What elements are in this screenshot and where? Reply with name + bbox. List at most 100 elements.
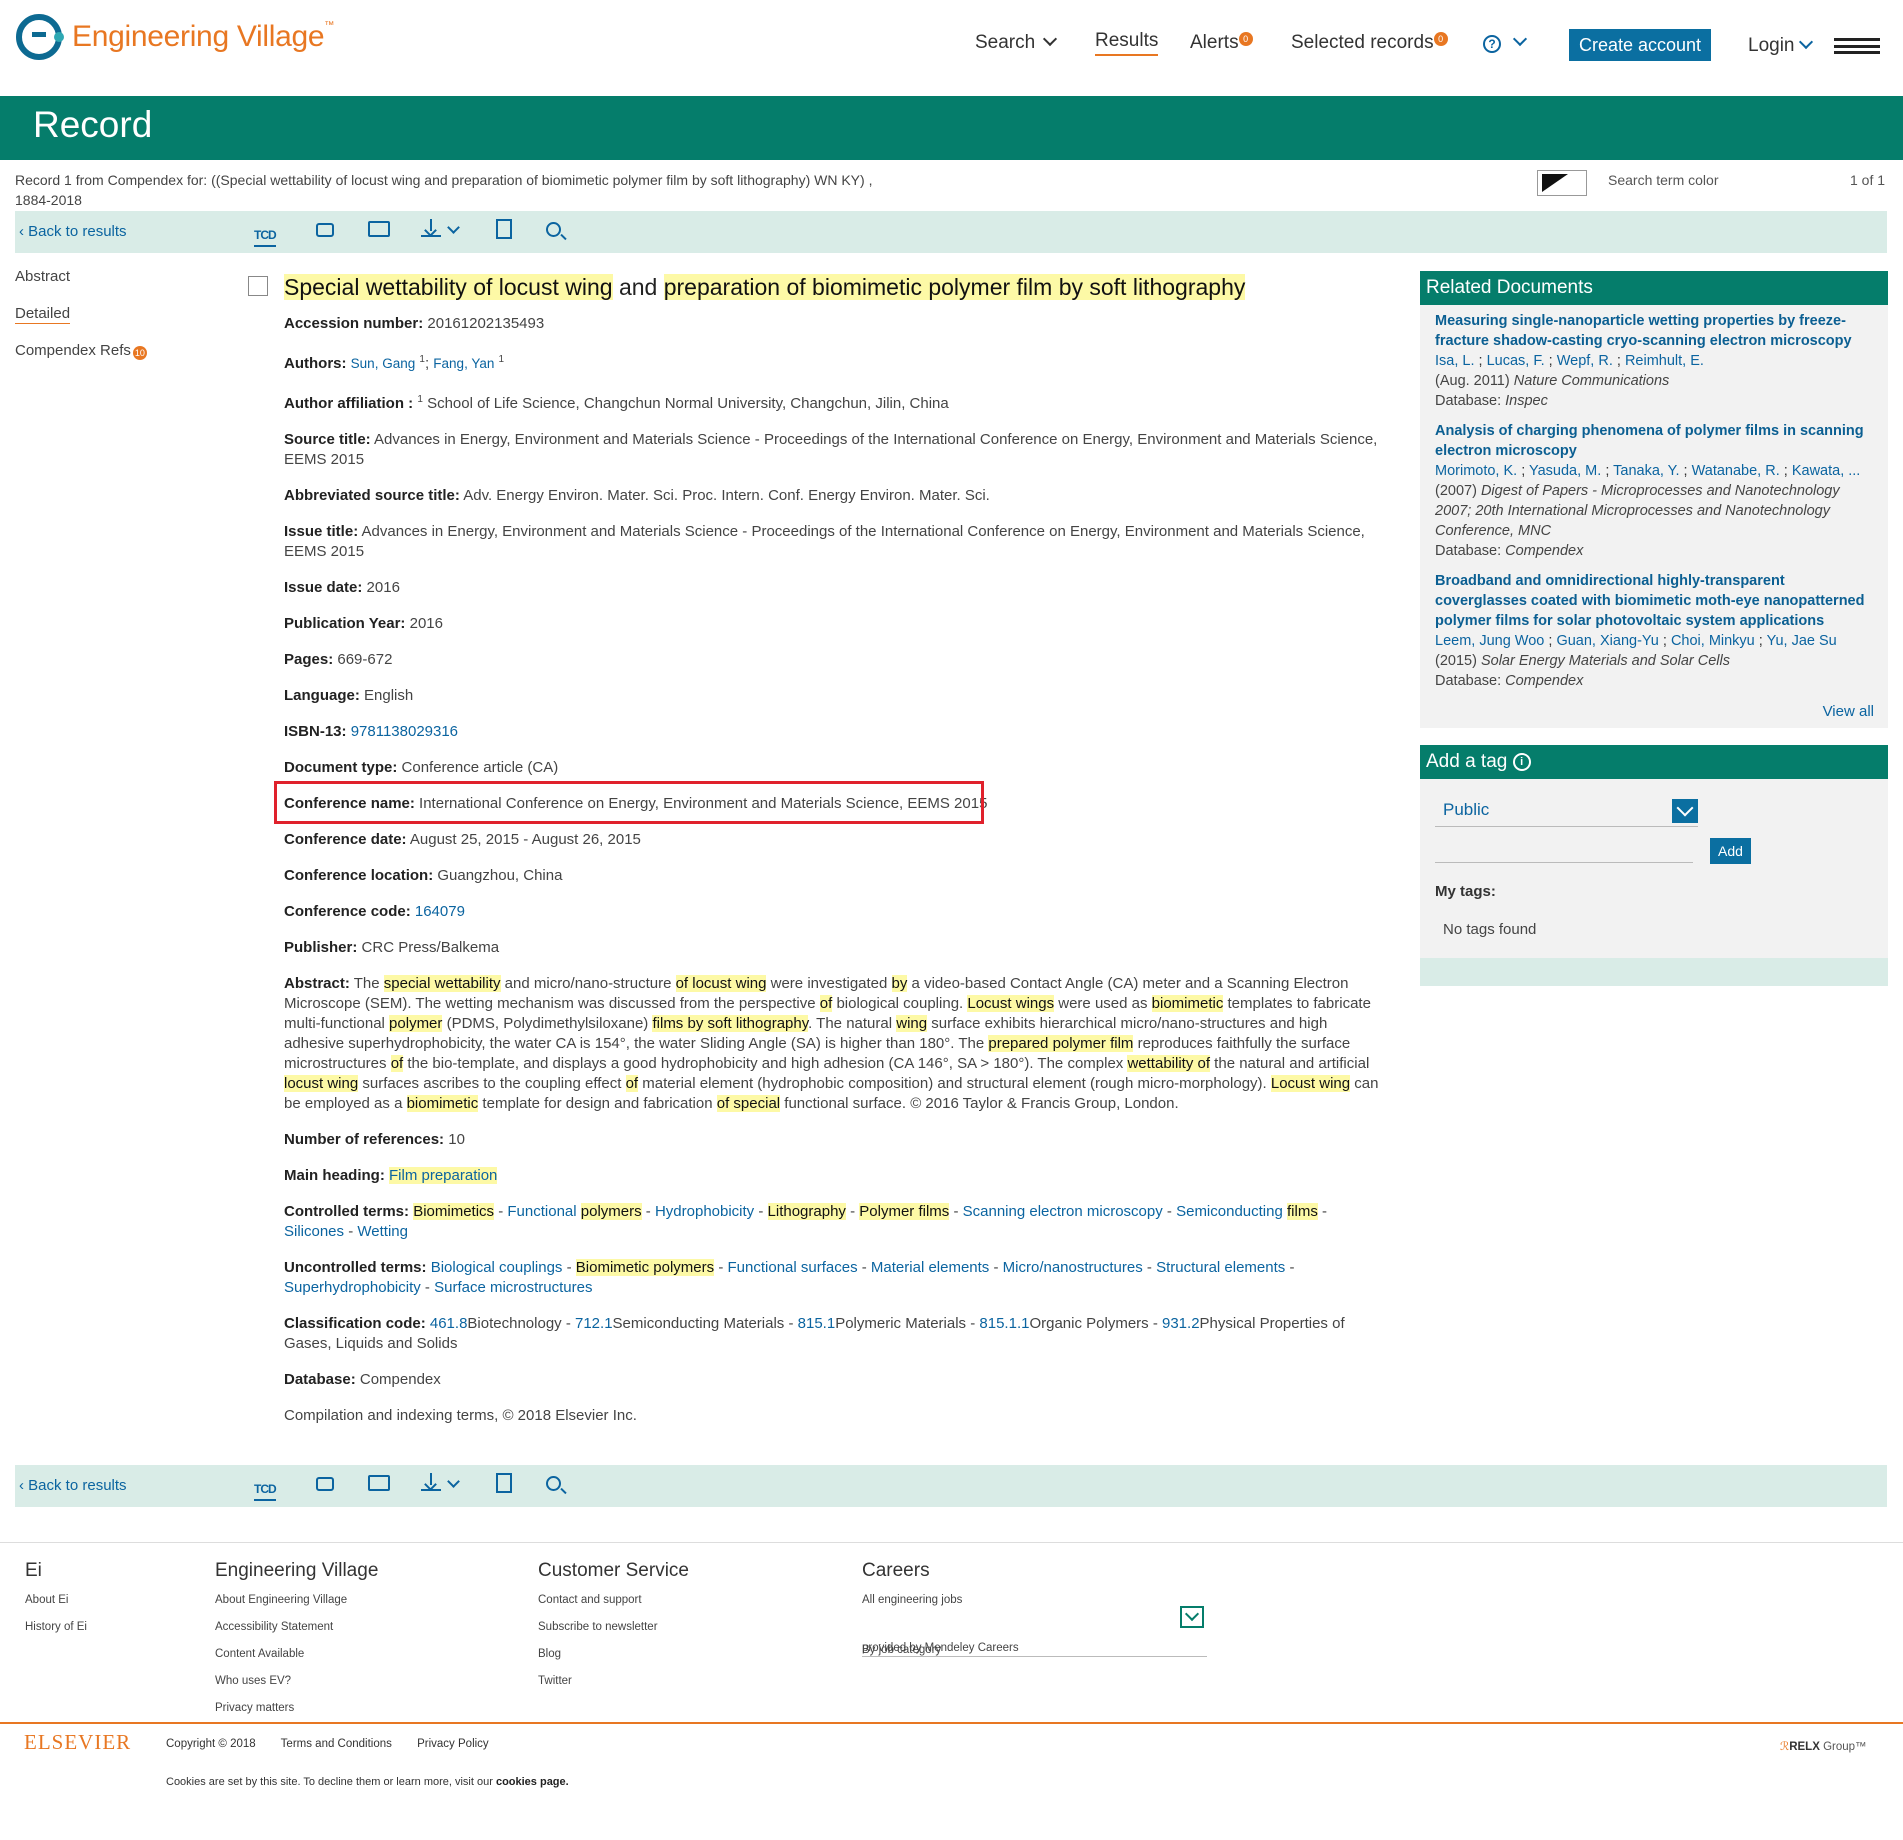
footer-link[interactable]: History of Ei [25, 1614, 87, 1641]
footer-link[interactable]: Privacy matters [215, 1695, 378, 1722]
controlled-term-link[interactable]: Polymer films [859, 1203, 950, 1220]
classification-code-link[interactable]: 815.1.1 [979, 1315, 1029, 1332]
search-summary: Record 1 from Compendex for: ((Special w… [15, 170, 955, 210]
author-link[interactable]: Fang, Yan [433, 356, 494, 371]
related-author-link[interactable]: Tanaka, Y. [1613, 463, 1679, 479]
abbr-source-field: Abbreviated source title: Adv. Energy En… [284, 487, 990, 504]
save-document-icon[interactable] [496, 1473, 512, 1497]
download-icon[interactable] [421, 219, 460, 243]
controlled-term-link[interactable]: Hydrophobicity [655, 1203, 754, 1220]
logo[interactable]: Engineering Village™ [16, 14, 334, 60]
menu-icon[interactable] [1834, 38, 1880, 54]
nav-compendex-refs[interactable]: Compendex Refs 10 [15, 342, 147, 362]
related-author-link[interactable]: Yu, Jae Su [1767, 633, 1837, 649]
tag-input[interactable] [1435, 837, 1693, 863]
controlled-term-link[interactable]: Biomimetics [413, 1203, 495, 1220]
related-author-link[interactable]: Morimoto, K. [1435, 463, 1517, 479]
related-author-link[interactable]: Leem, Jung Woo [1435, 633, 1544, 649]
isbn-link[interactable]: 9781138029316 [351, 723, 458, 740]
classification-code-link[interactable]: 815.1 [798, 1315, 836, 1332]
save-document-icon[interactable] [496, 219, 512, 243]
uncontrolled-term-link[interactable]: Functional surfaces [728, 1259, 858, 1276]
conference-code-link[interactable]: 164079 [415, 903, 465, 920]
cookies-page-link[interactable]: cookies page. [496, 1776, 569, 1788]
comment-icon[interactable] [316, 219, 334, 243]
controlled-term-link[interactable]: Scanning electron microscopy [963, 1203, 1163, 1220]
controlled-term-link[interactable]: Silicones [284, 1223, 344, 1240]
footer-link[interactable]: Twitter [538, 1668, 689, 1695]
nav-alerts[interactable]: Alerts 0 [1190, 28, 1253, 58]
comment-icon[interactable] [316, 1473, 334, 1497]
controlled-term-link[interactable]: Lithography [767, 1203, 846, 1220]
nav-detailed[interactable]: Detailed [15, 305, 71, 324]
uncontrolled-term-link[interactable]: Biomimetic polymers [575, 1259, 715, 1276]
related-author-link[interactable]: Guan, Xiang-Yu [1556, 633, 1658, 649]
related-author-link[interactable]: Reimhult, E. [1625, 353, 1704, 369]
uncontrolled-term-link[interactable]: Surface microstructures [434, 1279, 592, 1296]
back-to-results-link[interactable]: ‹ Back to results [19, 1477, 127, 1494]
related-author-link[interactable]: Choi, Minkyu [1671, 633, 1755, 649]
related-document-title[interactable]: Measuring single-nanoparticle wetting pr… [1435, 311, 1874, 351]
nav-selected-records[interactable]: Selected records 0 [1291, 28, 1448, 58]
related-author-link[interactable]: Isa, L. [1435, 353, 1475, 369]
main-heading-link[interactable]: Film preparation [389, 1167, 498, 1184]
controlled-term-link[interactable]: Functional polymers [507, 1203, 642, 1220]
privacy-link[interactable]: Privacy Policy [417, 1738, 489, 1750]
search-icon[interactable] [546, 219, 561, 243]
uncontrolled-term-link[interactable]: Structural elements [1156, 1259, 1285, 1276]
footer-link[interactable]: Who uses EV? [215, 1668, 378, 1695]
related-author-link[interactable]: Yasuda, M. [1529, 463, 1601, 479]
controlled-term-link[interactable]: Semiconducting films [1176, 1203, 1318, 1220]
page-banner: Record [0, 96, 1903, 160]
footer: Ei About Ei History of Ei Engineering Vi… [0, 1542, 1903, 1722]
related-author-link[interactable]: Lucas, F. [1487, 353, 1545, 369]
tcd-icon[interactable]: TCD [254, 223, 277, 247]
relx-logo[interactable]: ℛRELX Group™ [1780, 1739, 1867, 1753]
footer-link[interactable]: Blog [538, 1641, 689, 1668]
classification-code-link[interactable]: 931.2 [1162, 1315, 1200, 1332]
back-to-results-link[interactable]: ‹ Back to results [19, 223, 127, 240]
footer-link[interactable]: About Ei [25, 1587, 87, 1614]
footer-link[interactable]: Subscribe to newsletter [538, 1614, 689, 1641]
chevron-down-icon[interactable] [1180, 1606, 1204, 1628]
footer-link[interactable]: Accessibility Statement [215, 1614, 378, 1641]
footer-link[interactable]: About Engineering Village [215, 1587, 378, 1614]
tcd-icon[interactable]: TCD [254, 1477, 277, 1501]
search-term-color-picker[interactable] [1537, 170, 1587, 196]
print-icon[interactable] [368, 219, 390, 243]
controlled-term-link[interactable]: Wetting [357, 1223, 408, 1240]
uncontrolled-term-link[interactable]: Biological couplings [431, 1259, 563, 1276]
issue-date-field: Issue date: 2016 [284, 579, 400, 596]
nav-results[interactable]: Results [1095, 28, 1159, 56]
create-account-button[interactable]: Create account [1569, 29, 1711, 61]
select-record-checkbox[interactable] [248, 276, 268, 296]
nav-abstract[interactable]: Abstract [15, 268, 147, 288]
classification-code-link[interactable]: 461.8 [430, 1315, 468, 1332]
download-icon[interactable] [421, 1473, 460, 1497]
uncontrolled-term-link[interactable]: Material elements [871, 1259, 989, 1276]
related-author-link[interactable]: Watanabe, R. [1692, 463, 1780, 479]
related-document-title[interactable]: Broadband and omnidirectional highly-tra… [1435, 571, 1874, 631]
footer-link[interactable]: Contact and support [538, 1587, 689, 1614]
nav-help[interactable]: ? [1483, 28, 1528, 58]
related-document-title[interactable]: Analysis of charging phenomena of polyme… [1435, 421, 1874, 461]
classification-code-link[interactable]: 712.1 [575, 1315, 613, 1332]
job-category-select[interactable]: By job category [862, 1637, 1207, 1657]
add-tag-button[interactable]: Add [1710, 838, 1751, 864]
info-icon[interactable]: i [1512, 752, 1531, 771]
elsevier-logo[interactable]: ELSEVIER [24, 1730, 131, 1755]
uncontrolled-term-link[interactable]: Superhydrophobicity [284, 1279, 421, 1296]
view-all-link[interactable]: View all [1823, 703, 1874, 720]
footer-link[interactable]: Content Available [215, 1641, 378, 1668]
related-author-link[interactable]: Kawata, ... [1792, 463, 1861, 479]
print-icon[interactable] [368, 1473, 390, 1497]
uncontrolled-term-link[interactable]: Micro/nanostructures [1003, 1259, 1143, 1276]
author-link[interactable]: Sun, Gang [351, 356, 416, 371]
terms-link[interactable]: Terms and Conditions [281, 1738, 392, 1750]
footer-link[interactable]: All engineering jobs [862, 1587, 1212, 1614]
tag-visibility-select[interactable]: Public [1435, 793, 1698, 827]
related-author-link[interactable]: Wepf, R. [1557, 353, 1613, 369]
search-icon[interactable] [546, 1473, 561, 1497]
nav-search[interactable]: Search [975, 28, 1058, 58]
nav-login[interactable]: Login [1748, 31, 1813, 61]
